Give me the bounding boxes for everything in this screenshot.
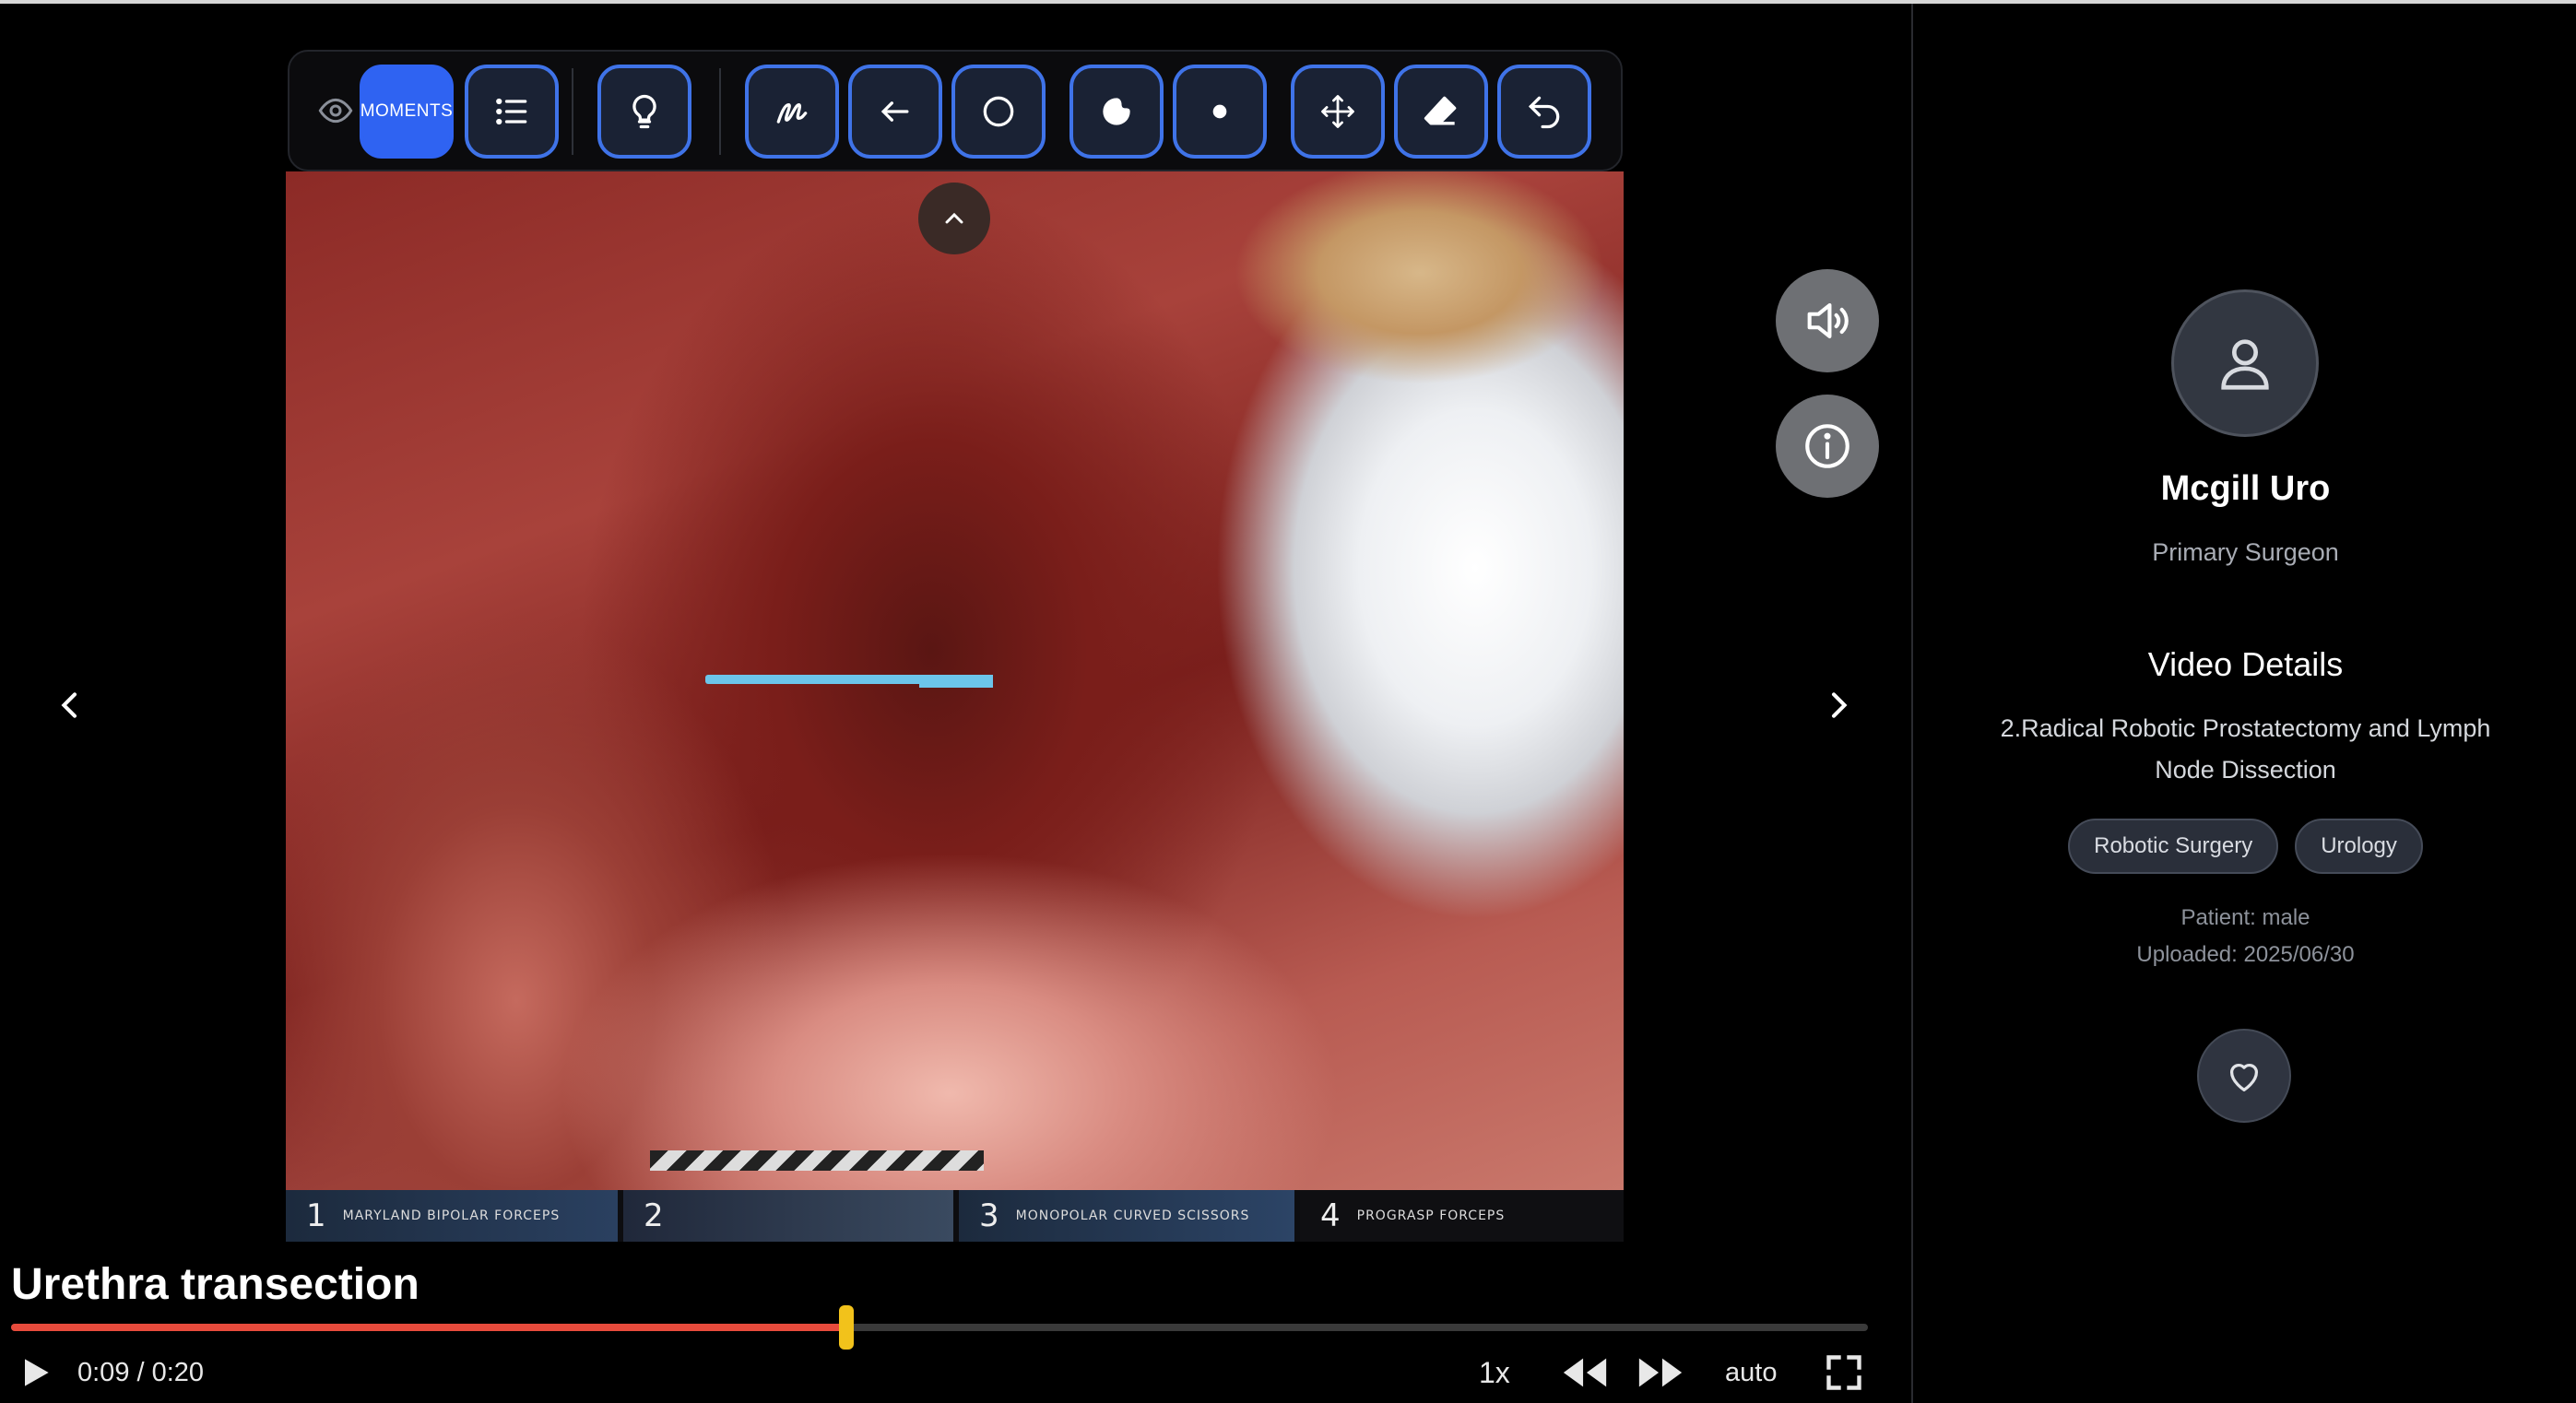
- chevron-up-icon: [945, 212, 963, 224]
- quality-button[interactable]: auto: [1725, 1351, 1777, 1394]
- slot-label: MARYLAND BIPOLAR FORCEPS: [342, 1208, 561, 1223]
- circle-icon: [983, 96, 1014, 127]
- clip-title: Urethra transection: [11, 1260, 419, 1309]
- undo-button[interactable]: [1497, 65, 1591, 159]
- chevron-left-icon[interactable]: [52, 687, 89, 724]
- upload-date: Uploaded: 2025/06/30: [2136, 942, 2355, 967]
- play-icon: [25, 1359, 49, 1386]
- rewind-icon: [1563, 1358, 1607, 1387]
- arrow-left-icon: [880, 101, 909, 122]
- circle-tool-button[interactable]: [951, 65, 1046, 159]
- video-frame[interactable]: [286, 171, 1624, 1190]
- undo-icon: [1528, 96, 1560, 129]
- slot-label: PROGRASP FORCEPS: [1356, 1208, 1506, 1223]
- progress-handle[interactable]: [839, 1305, 855, 1350]
- progress-fill: [11, 1324, 847, 1331]
- speaker-icon: [1807, 303, 1849, 338]
- collapse-toolbar-button[interactable]: [918, 183, 990, 254]
- tag-list: Robotic Surgery Urology: [1913, 819, 2576, 874]
- surgeon-name: Mcgill Uro: [2160, 469, 2331, 508]
- tag-urology[interactable]: Urology: [2295, 819, 2423, 874]
- user-icon: [2221, 339, 2269, 390]
- annotation-toolbar: MOMENTS: [288, 50, 1623, 171]
- eraser-tool-button[interactable]: [1394, 65, 1488, 159]
- favorite-button[interactable]: [2197, 1029, 2291, 1123]
- instrument-slot-3: 3 MONOPOLAR CURVED SCISSORS: [959, 1190, 1294, 1242]
- slot-number: 1: [306, 1197, 326, 1234]
- time-text: 0:09 / 0:20: [77, 1357, 205, 1387]
- progress-bar[interactable]: [11, 1305, 1868, 1350]
- moments-label: MOMENTS: [360, 101, 454, 121]
- slot-number: 2: [644, 1197, 664, 1234]
- hud-hazard-bar: [650, 1150, 984, 1171]
- time-display: 0:09 / 0:20: [77, 1351, 204, 1394]
- audio-button[interactable]: [1776, 269, 1879, 372]
- quality-label: auto: [1725, 1357, 1778, 1387]
- patient-info: Patient: male: [2180, 905, 2310, 930]
- chevron-right-icon[interactable]: [1820, 687, 1857, 724]
- fill-tool-button[interactable]: [1069, 65, 1164, 159]
- pen-tool-button[interactable]: [745, 65, 839, 159]
- fill-shape-icon: [1103, 98, 1130, 125]
- rewind-button[interactable]: [1560, 1351, 1610, 1394]
- instrument-slot-1: 1 MARYLAND BIPOLAR FORCEPS: [286, 1190, 618, 1242]
- heart-icon: [2229, 1063, 2259, 1091]
- hint-button[interactable]: [597, 65, 691, 159]
- dot-icon: [1212, 104, 1227, 119]
- move-tool-button[interactable]: [1291, 65, 1385, 159]
- list-icon: [496, 98, 527, 125]
- list-button[interactable]: [465, 65, 559, 159]
- video-details-description: 2.Radical Robotic Prostatectomy and Lymp…: [2000, 714, 2491, 784]
- fullscreen-icon: [1826, 1355, 1861, 1390]
- arrow-tool-button[interactable]: [848, 65, 942, 159]
- tag-robotic-surgery[interactable]: Robotic Surgery: [2068, 819, 2279, 874]
- eraser-icon: [1424, 96, 1457, 125]
- dot-tool-button[interactable]: [1173, 65, 1267, 159]
- speed-button[interactable]: 1x: [1479, 1351, 1510, 1394]
- slot-label: MONOPOLAR CURVED SCISSORS: [1015, 1208, 1250, 1223]
- pen-icon: [776, 103, 808, 124]
- toolbar-divider: [572, 68, 573, 155]
- move-icon: [1321, 95, 1354, 128]
- fast-forward-icon: [1638, 1358, 1683, 1387]
- info-icon: [1805, 424, 1849, 468]
- fast-forward-button[interactable]: [1636, 1351, 1685, 1394]
- eye-icon[interactable]: [317, 92, 354, 129]
- moments-button[interactable]: MOMENTS: [360, 65, 454, 159]
- info-button[interactable]: [1776, 395, 1879, 498]
- slot-number: 4: [1320, 1197, 1341, 1234]
- surgeon-role: Primary Surgeon: [2152, 538, 2339, 566]
- video-details-heading: Video Details: [2147, 645, 2344, 683]
- annotation-line-end: [919, 675, 993, 688]
- video-area: MOMENTS 1 MARYLAND BIPOLAR FORCEPS 2 3 M…: [0, 4, 1911, 1403]
- video-info-panel: Mcgill Uro Primary Surgeon Video Details…: [1911, 4, 2576, 1403]
- fullscreen-button[interactable]: [1824, 1351, 1864, 1394]
- play-button[interactable]: [15, 1351, 55, 1394]
- slot-number: 3: [979, 1197, 999, 1234]
- instrument-slot-2: 2: [623, 1190, 953, 1242]
- avatar: [2171, 289, 2319, 437]
- instrument-hud: 1 MARYLAND BIPOLAR FORCEPS 2 3 MONOPOLAR…: [286, 1190, 1624, 1242]
- speed-label: 1x: [1479, 1355, 1510, 1389]
- lightbulb-icon: [632, 94, 656, 129]
- instrument-slot-4: 4 PROGRASP FORCEPS: [1300, 1190, 1624, 1242]
- toolbar-divider: [719, 68, 721, 155]
